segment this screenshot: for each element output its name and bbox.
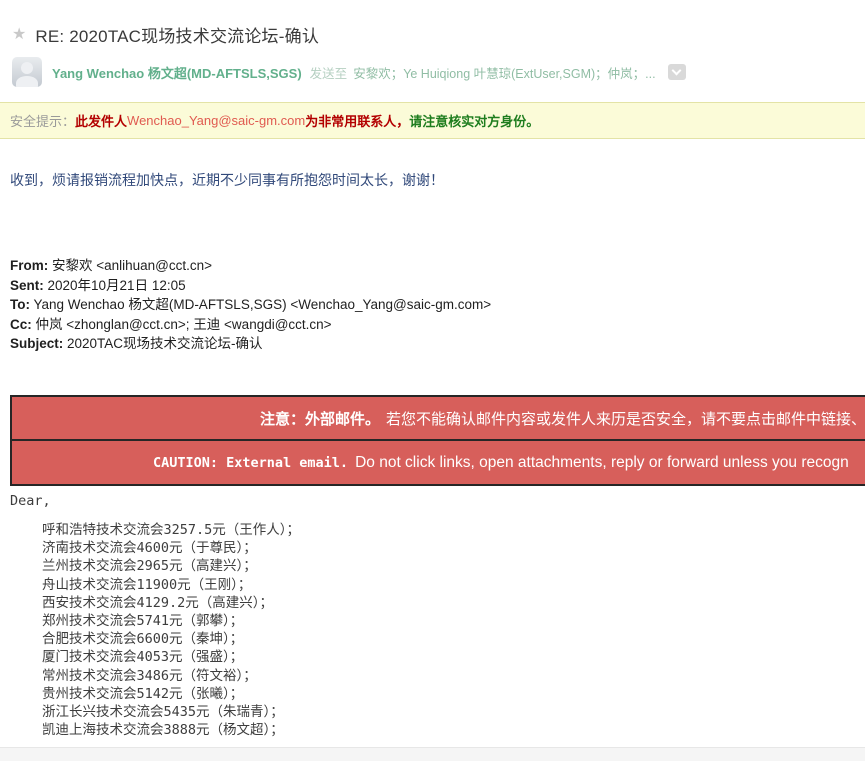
quoted-header-sent: Sent: 2020年10月21日 12:05	[10, 276, 491, 296]
greeting-text: Dear,	[10, 493, 51, 509]
reply-body-text: 收到，烦请报销流程加快点，近期不少同事有所抱怨时间太长，谢谢！	[10, 170, 444, 190]
quoted-header-cc: Cc: 仲岚 <zhonglan@cct.cn>; 王迪 <wangdi@cct…	[10, 315, 491, 335]
email-subject: RE: 2020TAC现场技术交流论坛-确认	[35, 22, 319, 47]
quoted-header-subject: Subject: 2020TAC现场技术交流论坛-确认	[10, 334, 491, 354]
warning-banner-english: CAUTION: External email. Do not click li…	[12, 441, 865, 484]
expand-recipients-button[interactable]	[668, 64, 686, 80]
expense-list-item: 贵州技术交流会5142元（张曦）；	[42, 685, 300, 703]
sender-row: Yang Wenchao 杨文超(MD-AFTSLS,SGS) 发送至 安黎欢；…	[12, 57, 686, 87]
footer-bar	[0, 747, 865, 761]
expense-list-item: 合肥技术交流会6600元（秦坤）；	[42, 630, 300, 648]
recipients-list[interactable]: 安黎欢；Ye Huiqiong 叶慧琼(ExtUser,SGM)；仲岚；...	[353, 63, 655, 82]
expense-list-item: 西安技术交流会4129.2元（高建兴）；	[42, 594, 300, 612]
sender-name[interactable]: Yang Wenchao 杨文超(MD-AFTSLS,SGS)	[52, 63, 302, 82]
security-notice-label: 安全提示：	[10, 111, 75, 130]
external-mail-warning: 注意：外部邮件。 若您不能确认邮件内容或发件人来历是否安全，请不要点击邮件中链接…	[10, 395, 865, 486]
expense-list: 呼和浩特技术交流会3257.5元（王作人）； 济南技术交流会4600元（于尊民）…	[42, 521, 300, 739]
expense-list-item: 舟山技术交流会11900元（王刚）；	[42, 576, 300, 594]
quoted-headers-block: From: 安黎欢 <anlihuan@cct.cn> Sent: 2020年1…	[10, 256, 491, 354]
expense-list-item: 厦门技术交流会4053元（强盛）；	[42, 648, 300, 666]
security-notice-part2: 为非常用联系人，	[305, 111, 409, 130]
expense-list-item: 呼和浩特技术交流会3257.5元（王作人）；	[42, 521, 300, 539]
subject-row: ★ RE: 2020TAC现场技术交流论坛-确认	[12, 22, 319, 47]
security-notice-bar: 安全提示： 此发件人 Wenchao_Yang@saic-gm.com 为非常用…	[0, 102, 865, 139]
chevron-down-icon	[672, 66, 682, 76]
expense-list-item: 常州技术交流会3486元（符文裕）；	[42, 667, 300, 685]
warning-banner-en-text: Do not click links, open attachments, re…	[355, 454, 849, 472]
quoted-header-from: From: 安黎欢 <anlihuan@cct.cn>	[10, 256, 491, 276]
warning-banner-zh-text: 若您不能确认邮件内容或发件人来历是否安全，请不要点击邮件中链接、不要打	[386, 408, 865, 429]
warning-banner-zh-bold: 注意：外部邮件。	[260, 408, 380, 429]
expense-list-item: 郑州技术交流会5741元（郭攀）；	[42, 612, 300, 630]
sent-to-label: 发送至	[310, 63, 348, 82]
warning-banner-en-bold: CAUTION: External email.	[153, 455, 348, 471]
security-notice-part3: 请注意核实对方身份。	[409, 111, 539, 130]
warning-banner-chinese: 注意：外部邮件。 若您不能确认邮件内容或发件人来历是否安全，请不要点击邮件中链接…	[12, 397, 865, 441]
security-notice-email: Wenchao_Yang@saic-gm.com	[127, 113, 305, 128]
sender-avatar[interactable]	[12, 57, 42, 87]
expense-list-item: 兰州技术交流会2965元（高建兴）；	[42, 557, 300, 575]
security-notice-part1: 此发件人	[75, 111, 127, 130]
expense-list-item: 浙江长兴技术交流会5435元（朱瑞青）；	[42, 703, 300, 721]
favorite-star-icon[interactable]: ★	[12, 27, 26, 43]
expense-list-item: 凯迪上海技术交流会3888元（杨文超）；	[42, 721, 300, 739]
expense-list-item: 济南技术交流会4600元（于尊民）；	[42, 539, 300, 557]
quoted-header-to: To: Yang Wenchao 杨文超(MD-AFTSLS,SGS) <Wen…	[10, 295, 491, 315]
email-reading-pane: ★ RE: 2020TAC现场技术交流论坛-确认 Yang Wenchao 杨文…	[0, 0, 865, 761]
